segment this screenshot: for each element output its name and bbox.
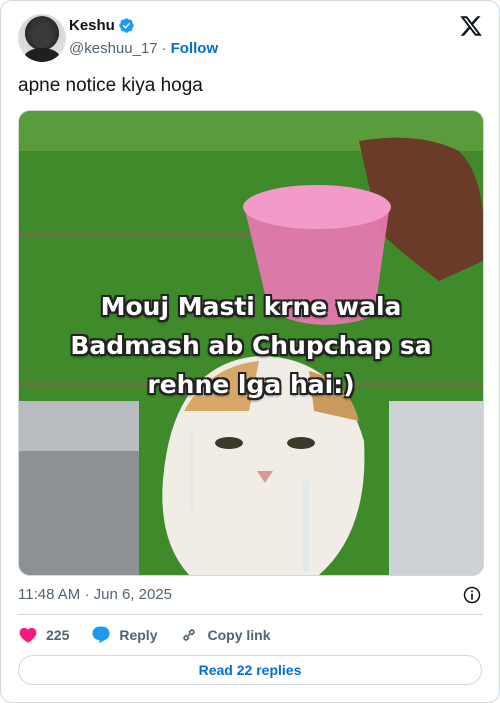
tweet-media-image[interactable]: Mouj Masti krne wala Badmash ab Chupchap… xyxy=(18,110,484,576)
link-icon xyxy=(183,629,196,641)
handle-row: @keshuu_17 · Follow xyxy=(69,40,218,57)
reply-label: Reply xyxy=(119,627,158,643)
heart-icon xyxy=(19,627,37,643)
likes-count: 225 xyxy=(46,627,70,643)
tweet-timestamp[interactable]: 11:48 AM · Jun 6, 2025 xyxy=(18,586,172,603)
avatar[interactable] xyxy=(18,14,66,62)
copy-link-button[interactable]: Copy link xyxy=(179,625,271,645)
tweet-time: 11:48 AM xyxy=(18,586,81,603)
info-icon[interactable] xyxy=(462,585,482,605)
reply-button[interactable]: Reply xyxy=(91,625,157,645)
meme-caption: Mouj Masti krne wala Badmash ab Chupchap… xyxy=(19,287,483,404)
x-logo-icon[interactable] xyxy=(459,14,483,38)
tweet-text: apne notice kiya hoga xyxy=(18,75,203,96)
timestamp-separator: · xyxy=(84,586,90,603)
author-handle[interactable]: @keshuu_17 xyxy=(69,40,158,57)
tweet-card: Keshu @keshuu_17 · Follow apne notice ki… xyxy=(0,0,500,703)
meme-caption-line: Badmash ab Chupchap sa xyxy=(70,331,432,360)
meme-caption-line: Mouj Masti krne wala xyxy=(100,292,402,321)
divider xyxy=(18,614,483,615)
read-replies-button[interactable]: Read 22 replies xyxy=(18,655,482,685)
author-name[interactable]: Keshu xyxy=(69,17,115,34)
action-bar: 225 Reply Copy link xyxy=(18,625,293,645)
tweet-header: Keshu @keshuu_17 · Follow xyxy=(18,14,483,62)
separator-dot: · xyxy=(161,40,167,57)
tweet-date: Jun 6, 2025 xyxy=(93,586,173,603)
verified-badge-icon xyxy=(119,18,134,33)
copy-link-label: Copy link xyxy=(207,627,271,643)
like-button[interactable]: 225 xyxy=(18,625,69,645)
meme-caption-line: rehne lga hai:) xyxy=(147,370,355,399)
follow-button[interactable]: Follow xyxy=(171,40,219,57)
author-name-row: Keshu xyxy=(69,17,135,34)
reply-bubble-icon xyxy=(92,626,110,644)
